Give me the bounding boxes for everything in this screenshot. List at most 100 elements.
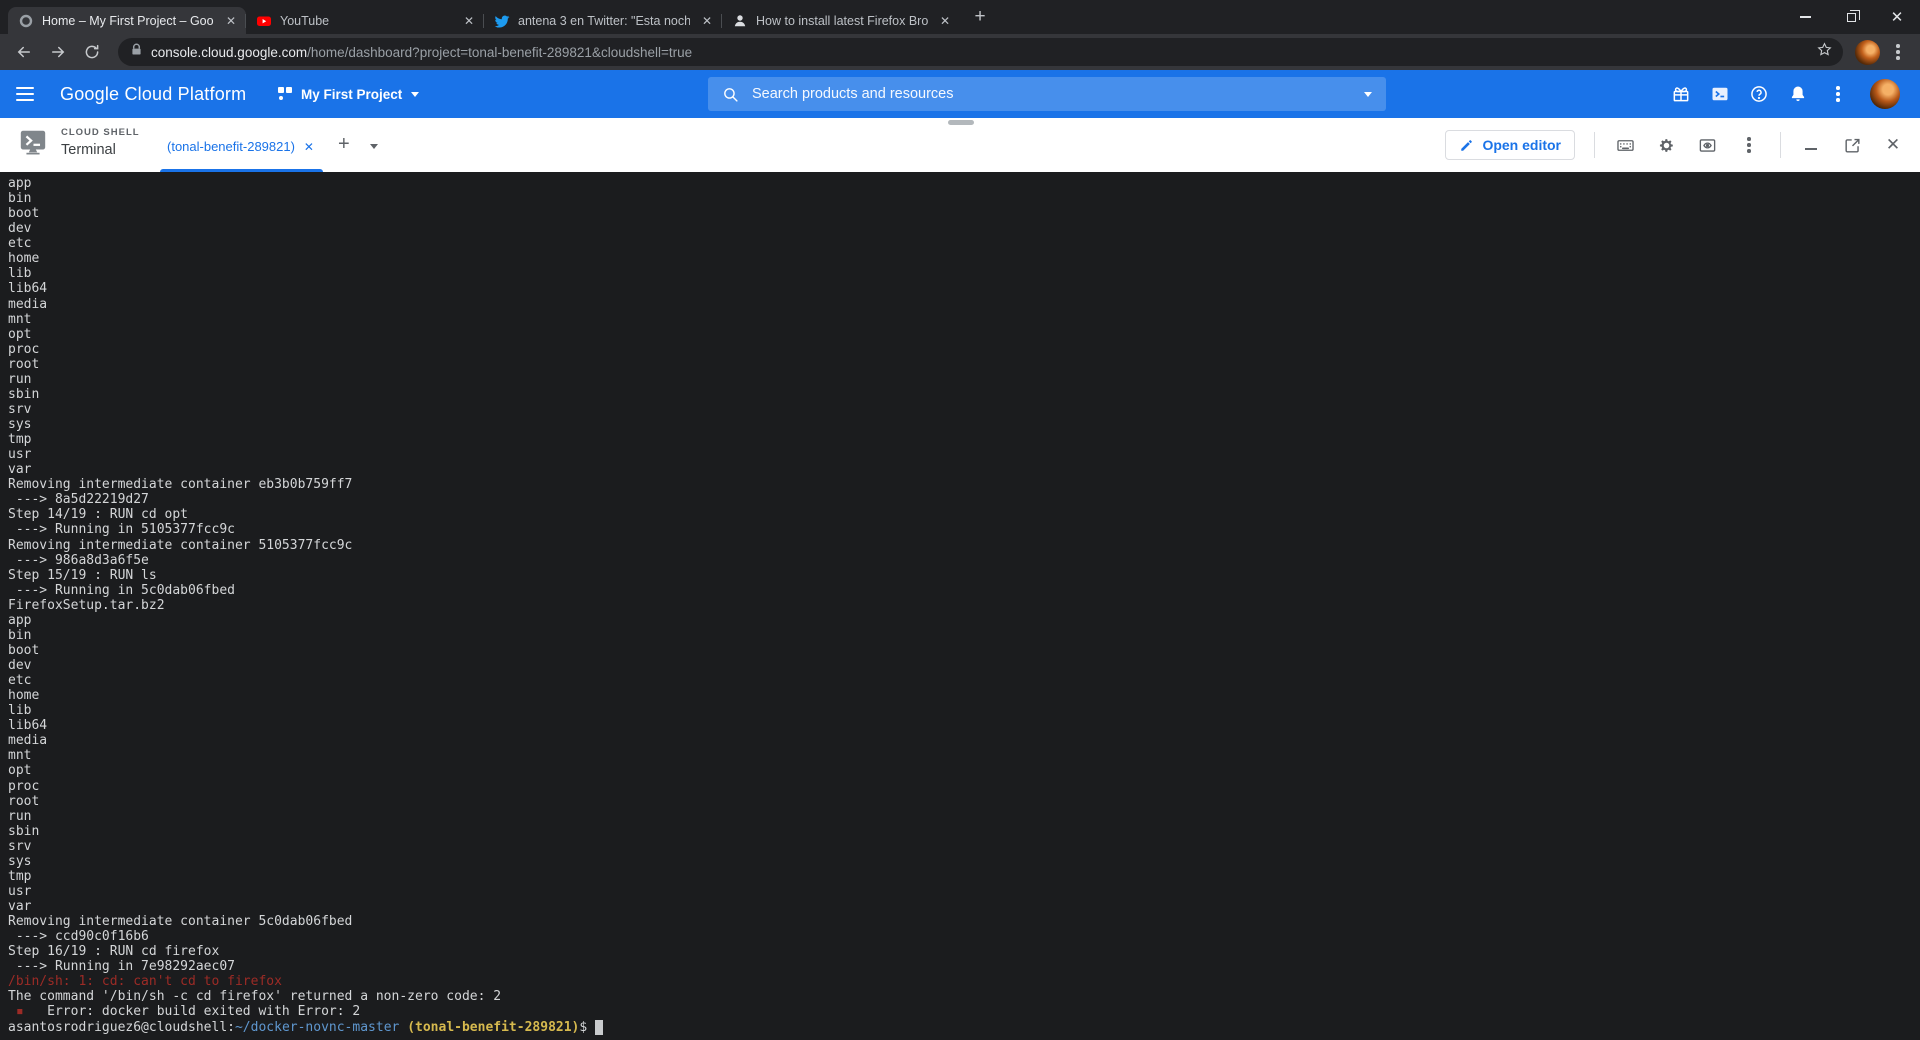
window-close-button[interactable]: ✕	[1874, 0, 1920, 34]
terminal-line: ---> Running in 7e98292aec07	[8, 959, 1920, 974]
window-controls: ✕	[1782, 0, 1920, 34]
help-button[interactable]	[1748, 83, 1770, 105]
gcp-logo-text[interactable]: Google Cloud Platform	[60, 70, 246, 118]
address-bar[interactable]: console.cloud.google.com/home/dashboard?…	[118, 38, 1843, 66]
browser-tab[interactable]: How to install latest Firefox Brow ✕	[722, 7, 960, 34]
tab-close-icon[interactable]: ✕	[698, 12, 716, 30]
terminal-line: root	[8, 794, 1920, 809]
open-editor-button[interactable]: Open editor	[1445, 130, 1575, 160]
window-restore-button[interactable]	[1828, 0, 1874, 34]
browser-profile-avatar[interactable]	[1855, 40, 1880, 65]
terminal-icon	[1710, 84, 1730, 104]
browser-menu-button[interactable]	[1886, 40, 1910, 64]
terminal-line: app	[8, 176, 1920, 191]
reload-button[interactable]	[78, 38, 106, 66]
project-name: My First Project	[301, 87, 402, 102]
terminal-line: bin	[8, 628, 1920, 643]
url-path: /home/dashboard?project=tonal-benefit-28…	[307, 45, 692, 60]
cloud-shell-titles: CLOUD SHELL Terminal	[61, 127, 140, 162]
terminal-line: lib	[8, 266, 1920, 281]
cloud-shell-branding: CLOUD SHELL Terminal	[18, 127, 140, 162]
terminal-line: dev	[8, 658, 1920, 673]
terminal-line: srv	[8, 402, 1920, 417]
shell-settings-button[interactable]	[1655, 134, 1677, 156]
terminal-line: Removing intermediate container 5c0dab06…	[8, 914, 1920, 929]
terminal-line: ---> Running in 5c0dab06fbed	[8, 583, 1920, 598]
terminal-line: tmp	[8, 432, 1920, 447]
chevron-down-icon	[411, 92, 419, 97]
notifications-button[interactable]	[1787, 83, 1809, 105]
gcp-settings-menu-button[interactable]	[1826, 82, 1850, 106]
terminal-line: usr	[8, 447, 1920, 462]
shell-tab-close-icon[interactable]: ✕	[304, 140, 314, 154]
bookmark-star-icon[interactable]	[1816, 41, 1833, 63]
gcp-header: Google Cloud Platform My First Project S…	[0, 70, 1920, 118]
forward-button[interactable]	[44, 38, 72, 66]
browser-tab[interactable]: Home – My First Project – Googl ✕	[8, 7, 246, 34]
tab-title: How to install latest Firefox Brow	[756, 14, 928, 28]
keyboard-shortcuts-button[interactable]	[1614, 134, 1636, 156]
window-minimize-button[interactable]	[1782, 0, 1828, 34]
open-editor-label: Open editor	[1482, 137, 1561, 153]
browser-toolbar: console.cloud.google.com/home/dashboard?…	[0, 34, 1920, 70]
terminal-line: /bin/sh: 1: cd: can't cd to firefox	[8, 974, 1920, 989]
tab-close-icon[interactable]: ✕	[460, 12, 478, 30]
add-shell-session-button[interactable]: +	[338, 133, 350, 156]
terminal-line: Step 16/19 : RUN cd firefox	[8, 944, 1920, 959]
gcp-search-bar[interactable]: Search products and resources	[708, 77, 1386, 111]
back-button[interactable]	[10, 38, 38, 66]
divider	[1594, 132, 1595, 158]
youtube-favicon	[256, 13, 272, 29]
browser-tab[interactable]: YouTube ✕	[246, 7, 484, 34]
terminal-line: ▪ Error: docker build exited with Error:…	[8, 1004, 1920, 1019]
terminal-line: sys	[8, 417, 1920, 432]
divider	[1780, 132, 1781, 158]
terminal-line: run	[8, 809, 1920, 824]
forward-icon	[49, 43, 67, 61]
project-selector[interactable]: My First Project	[278, 70, 419, 118]
terminal-output[interactable]: appbinbootdevetchomeliblib64mediamntoptp…	[0, 172, 1920, 1040]
browser-tab[interactable]: antena 3 en Twitter: "Esta noche ✕	[484, 7, 722, 34]
terminal-line: sbin	[8, 824, 1920, 839]
browser-window: Home – My First Project – Googl ✕ YouTub…	[0, 0, 1920, 1040]
account-avatar[interactable]	[1870, 79, 1900, 109]
gear-icon	[1657, 136, 1676, 155]
web-preview-button[interactable]	[1696, 134, 1718, 156]
project-icon	[278, 87, 292, 101]
terminal-line: lib64	[8, 281, 1920, 296]
terminal-line: home	[8, 688, 1920, 703]
terminal-line: ---> 986a8d3a6f5e	[8, 553, 1920, 568]
search-chevron-icon[interactable]	[1364, 92, 1372, 97]
cloud-shell-toggle-button[interactable]	[1709, 83, 1731, 105]
terminal-line: Step 14/19 : RUN cd opt	[8, 507, 1920, 522]
nav-menu-button[interactable]	[16, 84, 36, 104]
terminal-line: lib64	[8, 718, 1920, 733]
shell-toolbar-actions: Open editor ✕	[1445, 118, 1904, 172]
popout-icon	[1843, 136, 1862, 155]
reload-icon	[83, 43, 101, 61]
terminal-line: asantosrodriguez6@cloudshell:~/docker-no…	[8, 1020, 1920, 1035]
terminal-line: etc	[8, 236, 1920, 251]
terminal-line: The command '/bin/sh -c cd firefox' retu…	[8, 989, 1920, 1004]
free-trial-gift-button[interactable]	[1670, 83, 1692, 105]
tab-close-icon[interactable]: ✕	[222, 12, 240, 30]
shell-session-tab[interactable]: (tonal-benefit-289821) ✕	[167, 139, 314, 154]
close-shell-button[interactable]: ✕	[1882, 134, 1904, 156]
cloud-shell-toolbar: CLOUD SHELL Terminal (tonal-benefit-2898…	[0, 118, 1920, 172]
active-tab-underline	[160, 169, 323, 172]
gift-icon	[1671, 84, 1691, 104]
open-in-new-window-button[interactable]	[1841, 134, 1863, 156]
keyboard-icon	[1616, 136, 1635, 155]
session-list-chevron-icon[interactable]	[370, 144, 378, 149]
new-tab-button[interactable]: +	[966, 3, 994, 31]
terminal-line: opt	[8, 763, 1920, 778]
panel-resize-handle[interactable]	[948, 120, 974, 125]
terminal-line: ---> 8a5d22219d27	[8, 492, 1920, 507]
kebab-icon	[1747, 143, 1751, 147]
minimize-shell-button[interactable]	[1800, 134, 1822, 156]
terminal-line: Removing intermediate container 5105377f…	[8, 538, 1920, 553]
tab-close-icon[interactable]: ✕	[936, 12, 954, 30]
shell-more-menu-button[interactable]	[1737, 133, 1761, 157]
terminal-line: tmp	[8, 869, 1920, 884]
lock-icon[interactable]	[130, 43, 143, 61]
